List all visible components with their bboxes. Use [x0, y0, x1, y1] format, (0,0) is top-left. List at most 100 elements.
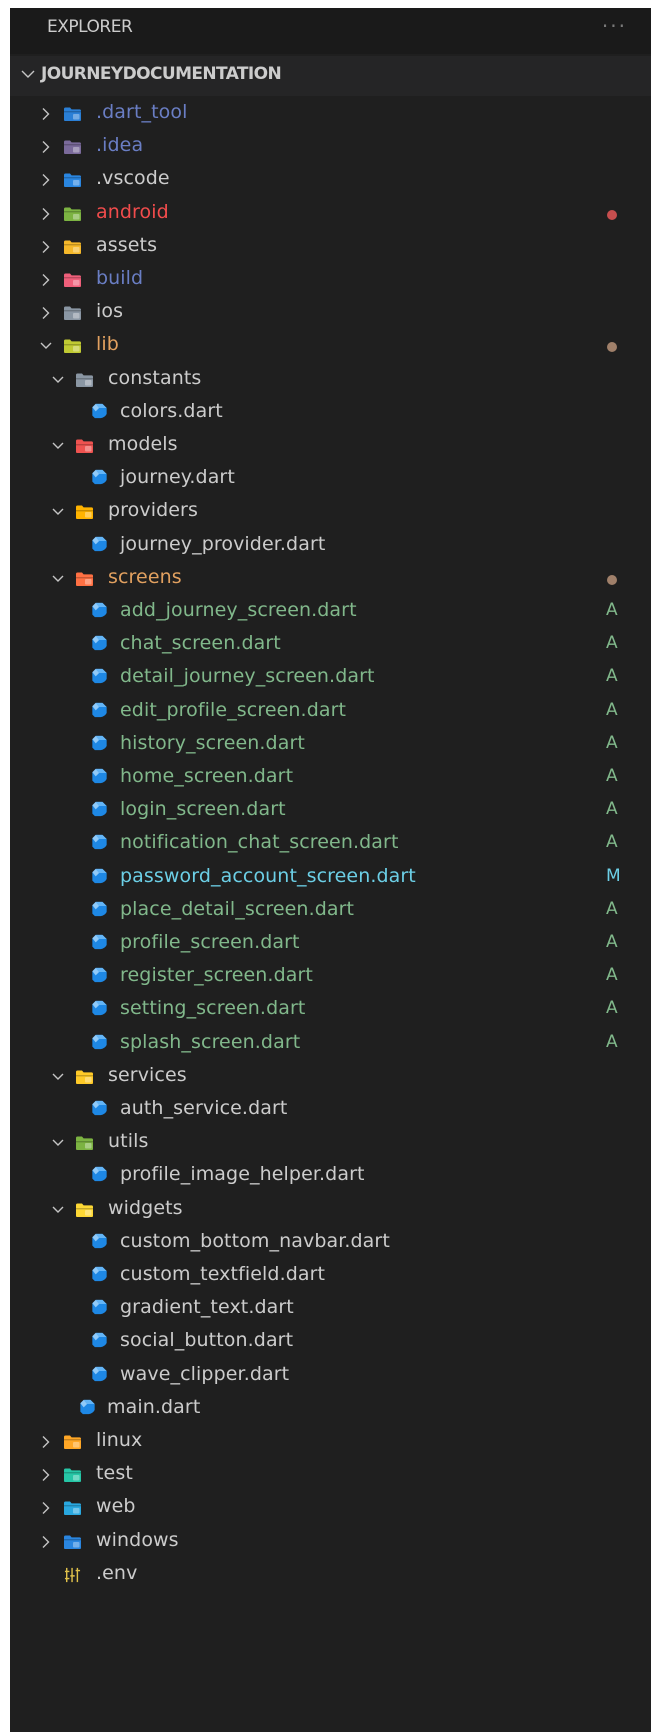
- tree-folder[interactable]: web: [10, 1490, 651, 1526]
- tree-file[interactable]: home_screen.dart A: [10, 760, 651, 796]
- build-folder-icon: [64, 273, 81, 287]
- git-status-badge: A: [606, 699, 618, 720]
- dart-file-icon: [92, 1300, 107, 1315]
- tree-file[interactable]: history_screen.dart A: [10, 727, 651, 763]
- dart-file-icon: [92, 403, 107, 418]
- tree-item-label: linux: [96, 1429, 143, 1451]
- tree-item-label: colors.dart: [120, 399, 223, 422]
- tree-item-label: journey_provider.dart: [120, 532, 326, 555]
- tree-folder[interactable]: widgets: [10, 1192, 651, 1228]
- dart-file-icon: [92, 1233, 107, 1248]
- tree-folder[interactable]: .vscode: [10, 162, 651, 198]
- git-status-badge: A: [606, 799, 618, 820]
- git-status-badge: A: [606, 932, 618, 952]
- tree-folder[interactable]: .idea: [10, 129, 651, 165]
- chevron-right-icon: [42, 1535, 50, 1548]
- tree-item-label: main.dart: [107, 1395, 201, 1418]
- tree-file[interactable]: social_button.dart: [10, 1324, 651, 1360]
- git-status-badge: A: [606, 600, 618, 620]
- tree-item-label: custom_bottom_navbar.dart: [120, 1229, 390, 1252]
- tree-file[interactable]: wave_clipper.dart: [10, 1358, 651, 1394]
- tree-item-label: login_screen.dart: [120, 798, 286, 821]
- tree-item-label: place_detail_screen.dart: [120, 897, 355, 920]
- tree-folder[interactable]: providers: [10, 494, 651, 530]
- tree-item-label: services: [108, 1063, 187, 1086]
- tree-item-label: windows: [96, 1528, 179, 1551]
- tree-folder[interactable]: utils: [10, 1125, 651, 1161]
- chevron-right-icon: [42, 274, 50, 286]
- git-status-badge: A: [606, 666, 618, 687]
- tree-folder[interactable]: build: [10, 262, 651, 298]
- tree-file[interactable]: .env: [10, 1557, 651, 1593]
- tree-file[interactable]: chat_screen.dart A: [10, 627, 651, 663]
- dart-file-icon: [92, 470, 107, 485]
- git-status-badge: M: [606, 865, 621, 886]
- chevron-right-icon: [42, 1469, 50, 1482]
- chevron-down-icon: [40, 342, 52, 350]
- chevron-right-icon: [42, 174, 50, 187]
- tree-folder[interactable]: constants: [10, 362, 651, 398]
- idea-folder-icon: [64, 140, 81, 155]
- chevron-right-icon: [42, 108, 50, 120]
- tree-folder[interactable]: screens: [10, 561, 651, 597]
- tree-file[interactable]: journey_provider.dart: [10, 528, 651, 564]
- dart-file-icon: [92, 768, 107, 784]
- tree-file[interactable]: setting_screen.dart A: [10, 992, 651, 1028]
- git-status-dot: [607, 574, 617, 585]
- tree-folder[interactable]: assets: [10, 229, 651, 265]
- tree-file[interactable]: splash_screen.dart A: [10, 1026, 651, 1062]
- tree-file[interactable]: password_account_screen.dart M: [10, 860, 651, 896]
- lib-folder-icon: [64, 339, 81, 354]
- tree-folder[interactable]: services: [10, 1059, 651, 1095]
- tree-file[interactable]: register_screen.dart A: [10, 959, 651, 995]
- dart-file-icon: [92, 901, 107, 916]
- tree-folder[interactable]: lib: [10, 328, 651, 364]
- tree-file[interactable]: gradient_text.dart: [10, 1291, 651, 1327]
- tree-file[interactable]: journey.dart: [10, 461, 651, 497]
- project-root-header[interactable]: JOURNEYDOCUMENTATION: [10, 56, 651, 96]
- chevron-down-icon: [52, 575, 64, 582]
- tree-item-label: utils: [108, 1130, 149, 1153]
- tree-file[interactable]: detail_journey_screen.dart A: [10, 660, 651, 696]
- tree-file[interactable]: profile_image_helper.dart: [10, 1158, 651, 1194]
- tree-file[interactable]: add_journey_screen.dart A: [10, 594, 651, 630]
- dart-file-icon: [92, 602, 107, 618]
- tree-file[interactable]: login_screen.dart A: [10, 793, 651, 829]
- tree-item-label: password_account_screen.dart: [120, 864, 416, 887]
- tree-folder[interactable]: models: [10, 428, 651, 464]
- dart-file-icon: [92, 1167, 107, 1182]
- git-status-badge: A: [606, 633, 618, 654]
- tree-item-label: profile_image_helper.dart: [120, 1163, 365, 1186]
- tree-folder[interactable]: test: [10, 1457, 651, 1493]
- tree-file[interactable]: main.dart: [10, 1391, 651, 1427]
- tree-item-label: edit_profile_screen.dart: [120, 698, 347, 721]
- chevron-right-icon: [42, 1436, 50, 1448]
- tree-item-label: custom_textfield.dart: [120, 1263, 326, 1285]
- tree-item-label: web: [96, 1495, 136, 1518]
- chevron-down-icon: [52, 1206, 64, 1213]
- tree-item-label: profile_screen.dart: [120, 931, 300, 953]
- dart-file-icon: [92, 1333, 107, 1348]
- dart-file-icon: [92, 802, 107, 817]
- tree-folder[interactable]: .dart_tool: [10, 96, 651, 132]
- tree-file[interactable]: colors.dart: [10, 395, 651, 431]
- tree-file[interactable]: notification_chat_screen.dart A: [10, 826, 651, 862]
- tree-item-label: .idea: [96, 134, 144, 157]
- tree-folder[interactable]: ios: [10, 295, 651, 331]
- tree-file[interactable]: custom_textfield.dart: [10, 1258, 651, 1294]
- tree-file[interactable]: profile_screen.dart A: [10, 926, 651, 962]
- tree-file[interactable]: place_detail_screen.dart A: [10, 893, 651, 929]
- tree-folder[interactable]: windows: [10, 1524, 651, 1560]
- tree-folder[interactable]: linux: [10, 1424, 651, 1460]
- dart-file-icon: [92, 669, 107, 684]
- explorer-header: EXPLORER ···: [10, 8, 651, 54]
- dart-file-icon: [92, 702, 107, 717]
- tree-file[interactable]: edit_profile_screen.dart A: [10, 694, 651, 730]
- more-actions-button[interactable]: ···: [602, 14, 627, 38]
- project-title: JOURNEYDOCUMENTATION: [41, 64, 282, 84]
- chevron-down-icon: [52, 442, 64, 449]
- tree-folder[interactable]: android: [10, 196, 651, 232]
- tree-file[interactable]: auth_service.dart: [10, 1092, 651, 1128]
- tree-file[interactable]: custom_bottom_navbar.dart: [10, 1225, 651, 1261]
- chevron-right-icon: [42, 240, 50, 253]
